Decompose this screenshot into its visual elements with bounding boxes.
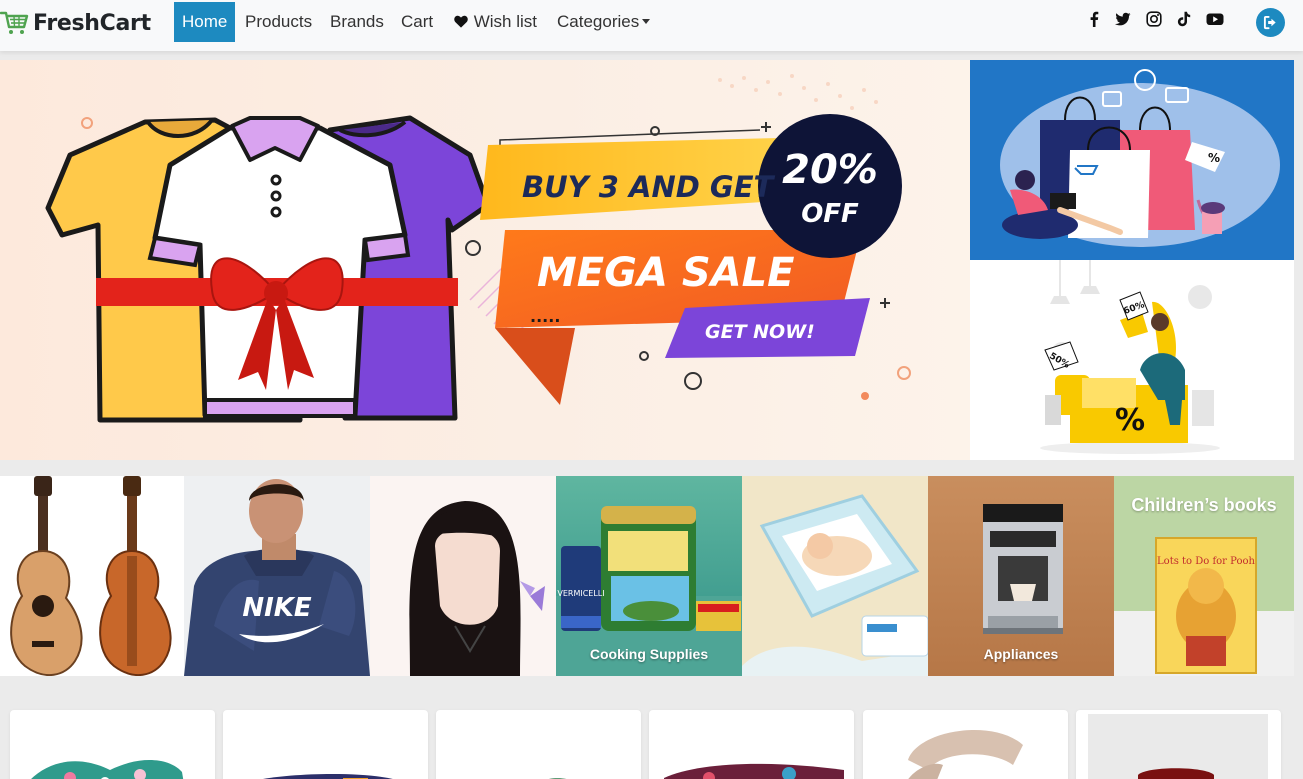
promo-line1: BUY 3 AND GET <box>522 170 776 204</box>
navbar: FreshCart Home Products Brands Cart Wish… <box>0 0 1303 51</box>
heart-icon <box>454 15 468 28</box>
diapers-image <box>742 494 928 676</box>
product-card[interactable] <box>1076 710 1281 779</box>
category-cooking-supplies[interactable]: VERMICELLI Cooking Supplies <box>556 476 742 676</box>
product-card[interactable] <box>649 710 854 779</box>
book-title: Lots to Do for Pooh <box>1157 556 1255 567</box>
nav-brands[interactable]: Brands <box>330 2 384 42</box>
tiktok-icon[interactable] <box>1175 10 1193 28</box>
product-card[interactable] <box>223 710 428 779</box>
category-label: Appliances <box>983 646 1059 662</box>
category-baby-care[interactable] <box>742 476 928 676</box>
category-childrens-books[interactable]: Lots to Do for Pooh Children’s books <box>1114 476 1294 676</box>
nav-cart[interactable]: Cart <box>401 2 433 42</box>
youtube-icon[interactable] <box>1206 10 1224 28</box>
product-image <box>549 778 566 779</box>
nav-products[interactable]: Products <box>245 2 312 42</box>
hoodie-print: NIKE <box>242 593 312 623</box>
hero-side-banner-shopping[interactable]: % <box>970 60 1294 260</box>
product-image <box>664 763 844 779</box>
nav-wishlist[interactable]: Wish list <box>453 2 537 42</box>
twitter-icon[interactable] <box>1114 10 1132 28</box>
product-image <box>31 760 184 779</box>
pack-label: VERMICELLI <box>557 589 604 598</box>
promo-dots: ..... <box>530 307 560 326</box>
nav-categories-label: Categories <box>557 12 640 31</box>
product-card[interactable] <box>436 710 641 779</box>
product-image <box>908 729 1023 779</box>
category-beauty[interactable] <box>370 476 556 676</box>
brand-name: FreshCart <box>33 10 151 36</box>
discount-sale-illustration: % 60% 50% <box>1040 260 1220 454</box>
product-card[interactable] <box>863 710 1068 779</box>
nav-home[interactable]: Home <box>174 2 236 42</box>
product-image <box>263 774 393 779</box>
caret-down-icon <box>642 18 651 24</box>
instagram-icon[interactable] <box>1145 10 1163 28</box>
category-title: Children’s books <box>1131 495 1277 515</box>
category-mens-hoodie[interactable]: NIKE <box>184 476 370 676</box>
product-image <box>1088 714 1268 779</box>
promo-percent: 20% <box>782 147 878 193</box>
sign-out-button[interactable] <box>1256 8 1285 37</box>
sign-out-icon <box>1263 15 1276 30</box>
brand-logo[interactable]: FreshCart <box>0 9 151 37</box>
shopping-cart-icon <box>0 11 29 34</box>
promo-headline: MEGA SALE <box>537 250 794 296</box>
category-guitar[interactable] <box>0 476 184 676</box>
facebook-icon[interactable] <box>1085 10 1103 28</box>
percent-tag: % <box>1208 151 1220 165</box>
hero-banner-mega-sale[interactable]: BUY 3 AND GET 20% OFF MEGA SALE ..... GE… <box>0 60 970 460</box>
nav-wishlist-label: Wish list <box>473 12 538 31</box>
category-appliances[interactable]: Appliances <box>928 476 1114 676</box>
promo-off: OFF <box>801 199 859 229</box>
guitar-image <box>10 476 172 676</box>
portrait-image <box>409 501 545 676</box>
hero-side-banner-discount[interactable]: % 60% 50% <box>970 260 1294 460</box>
category-label: Cooking Supplies <box>589 646 709 662</box>
percent-symbol: % <box>1115 403 1145 438</box>
nav-categories-dropdown[interactable]: Categories <box>557 2 651 42</box>
mega-sale-illustration: BUY 3 AND GET 20% OFF MEGA SALE ..... GE… <box>45 74 911 423</box>
promo-cta: GET NOW! <box>705 321 815 343</box>
hoodie-model-image: NIKE <box>184 479 370 676</box>
product-card[interactable] <box>10 710 215 779</box>
online-shopping-illustration: % <box>1000 69 1280 247</box>
